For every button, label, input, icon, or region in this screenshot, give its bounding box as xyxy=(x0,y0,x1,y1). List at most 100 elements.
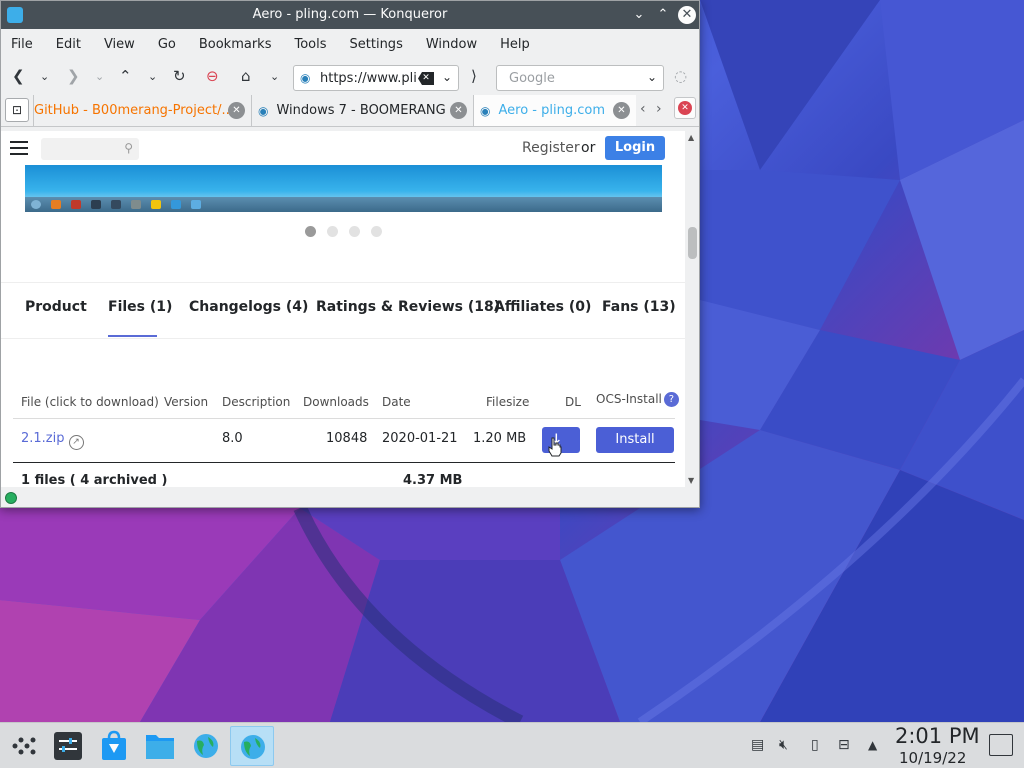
window-title: Aero - pling.com — Konqueror xyxy=(252,7,448,22)
preview-app-icon xyxy=(171,200,181,209)
menu-settings[interactable]: Settings xyxy=(344,37,409,52)
help-icon[interactable]: ? xyxy=(663,392,679,407)
tab-changelogs[interactable]: Changelogs (4) xyxy=(189,299,308,315)
register-link[interactable]: Register xyxy=(522,140,580,156)
file-downloads: 10848 xyxy=(326,431,368,446)
discover-store-icon[interactable] xyxy=(97,729,131,763)
close-current-tab-button[interactable]: ✕ xyxy=(674,97,696,119)
hamburger-menu-icon[interactable] xyxy=(10,141,28,155)
header-dl: DL xyxy=(565,395,581,409)
tab-ratings-reviews[interactable]: Ratings & Reviews (18) xyxy=(316,299,500,315)
minimize-chevron-icon[interactable]: ⌄ xyxy=(629,5,649,25)
go-arrow-icon[interactable]: ⟩ xyxy=(471,67,477,85)
url-bar[interactable]: ◉ https://www.plir ✕ ⌄ xyxy=(293,65,459,91)
menu-file[interactable]: File xyxy=(5,37,39,52)
tab-fans[interactable]: Fans (13) xyxy=(602,299,676,315)
up-arrow-icon[interactable]: ⌃ xyxy=(119,67,132,85)
carousel-dot[interactable] xyxy=(327,226,338,237)
forward-history-chevron-icon[interactable]: ⌄ xyxy=(95,70,104,83)
site-header: ⚲ Register or Login xyxy=(1,131,685,165)
preview-taskbar xyxy=(25,197,662,212)
tab-affiliates[interactable]: Affiliates (0) xyxy=(494,299,591,315)
menu-bookmarks[interactable]: Bookmarks xyxy=(193,37,278,52)
back-arrow-icon[interactable]: ❮ xyxy=(12,67,25,85)
tab-aero-pling[interactable]: ◉ Aero - pling.com ✕ xyxy=(473,95,636,126)
close-tab-icon[interactable]: ✕ xyxy=(613,102,630,119)
forward-arrow-icon[interactable]: ❯ xyxy=(67,67,80,85)
login-button[interactable]: Login xyxy=(605,136,665,160)
menu-go[interactable]: Go xyxy=(152,37,182,52)
menu-tools[interactable]: Tools xyxy=(288,37,332,52)
konqueror-task-active[interactable] xyxy=(230,726,274,766)
carousel-dot[interactable] xyxy=(305,226,316,237)
url-history-chevron-icon[interactable]: ⌄ xyxy=(442,70,452,84)
menu-help[interactable]: Help xyxy=(494,37,536,52)
tab-label: GitHub - B00merang-Project/... xyxy=(34,103,234,118)
preview-app-icon xyxy=(91,200,101,209)
scroll-up-icon[interactable]: ▲ xyxy=(688,133,694,142)
carousel-dot[interactable] xyxy=(349,226,360,237)
system-settings-icon[interactable] xyxy=(51,729,85,763)
reload-icon[interactable]: ↻ xyxy=(173,67,186,85)
web-content: ⚲ Register or Login Product Files (1) Ch… xyxy=(1,131,685,487)
url-field[interactable]: https://www.plir xyxy=(320,71,416,86)
network-icon[interactable]: ⊟ xyxy=(838,737,850,753)
show-hidden-icons-icon[interactable]: ▲ xyxy=(868,738,877,752)
status-bar xyxy=(1,487,699,507)
window-titlebar[interactable]: Aero - pling.com — Konqueror ⌄ ⌃ ✕ xyxy=(1,1,699,29)
show-desktop-icon[interactable] xyxy=(989,734,1013,756)
stop-icon[interactable]: ⊖ xyxy=(206,67,219,85)
scroll-down-icon[interactable]: ▼ xyxy=(688,476,694,485)
header-downloads: Downloads xyxy=(303,395,369,409)
header-file: File (click to download) xyxy=(21,395,159,409)
tab-github[interactable]: GitHub - B00merang-Project/... ✕ xyxy=(33,95,251,126)
tab-files[interactable]: Files (1) xyxy=(108,299,172,315)
file-download-link[interactable]: 2.1.zip xyxy=(21,431,65,446)
file-manager-icon[interactable] xyxy=(143,729,177,763)
search-engine-chevron-icon[interactable]: ⌄ xyxy=(647,70,657,84)
konqueror-globe-icon xyxy=(241,735,265,759)
install-button[interactable]: Install xyxy=(596,427,674,453)
volume-muted-icon[interactable]: 🔇︎ xyxy=(779,737,788,753)
search-placeholder: Google xyxy=(509,71,555,86)
web-browser-icon[interactable] xyxy=(189,729,223,763)
search-icon[interactable]: ⚲ xyxy=(124,141,133,155)
screenshot-carousel-image[interactable] xyxy=(25,165,662,212)
site-search-input[interactable]: ⚲ xyxy=(41,138,139,160)
new-tab-icon[interactable]: ⊡ xyxy=(5,98,29,122)
menu-window[interactable]: Window xyxy=(420,37,483,52)
close-tab-red-icon: ✕ xyxy=(678,101,692,115)
application-launcher-icon[interactable] xyxy=(6,729,40,763)
preview-start-icon xyxy=(31,200,41,209)
clear-url-icon[interactable]: ✕ xyxy=(418,72,434,85)
home-chevron-icon[interactable]: ⌄ xyxy=(270,70,279,83)
close-tab-icon[interactable]: ✕ xyxy=(450,102,467,119)
clipboard-icon[interactable]: ▤ xyxy=(751,737,764,753)
carousel-dot[interactable] xyxy=(371,226,382,237)
clock-date[interactable]: 10/19/22 xyxy=(899,749,966,767)
files-count: 1 files ( 4 archived ) xyxy=(21,473,168,487)
menu-edit[interactable]: Edit xyxy=(50,37,87,52)
web-search-box[interactable]: Google ⌄ xyxy=(496,65,664,91)
menubar: File Edit View Go Bookmarks Tools Settin… xyxy=(1,29,699,59)
clock-time[interactable]: 2:01 PM xyxy=(895,724,980,748)
menu-view[interactable]: View xyxy=(98,37,141,52)
scrollbar-thumb[interactable] xyxy=(688,227,697,259)
globe-icon: ◉ xyxy=(480,103,491,118)
vertical-scrollbar[interactable]: ▲ ▼ xyxy=(686,131,699,487)
external-link-icon[interactable]: ↗ xyxy=(68,435,84,450)
home-icon[interactable]: ⌂ xyxy=(241,67,251,85)
close-window-button[interactable]: ✕ xyxy=(678,6,696,24)
maximize-chevron-icon[interactable]: ⌃ xyxy=(653,5,673,25)
close-tab-icon[interactable]: ✕ xyxy=(228,102,245,119)
tab-windows7[interactable]: ◉ Windows 7 - BOOMERANG ✕ xyxy=(251,95,473,126)
file-filesize: 1.20 MB xyxy=(473,431,527,446)
back-history-chevron-icon[interactable]: ⌄ xyxy=(40,70,49,83)
scroll-tabs-left-icon[interactable]: ‹ xyxy=(640,101,646,117)
device-notifier-icon[interactable]: ▯ xyxy=(811,737,819,753)
up-history-chevron-icon[interactable]: ⌄ xyxy=(148,70,157,83)
scroll-tabs-right-icon[interactable]: › xyxy=(656,101,662,117)
hand-cursor-icon xyxy=(548,437,562,457)
carousel-dots xyxy=(305,226,393,237)
tab-product[interactable]: Product xyxy=(25,299,87,315)
